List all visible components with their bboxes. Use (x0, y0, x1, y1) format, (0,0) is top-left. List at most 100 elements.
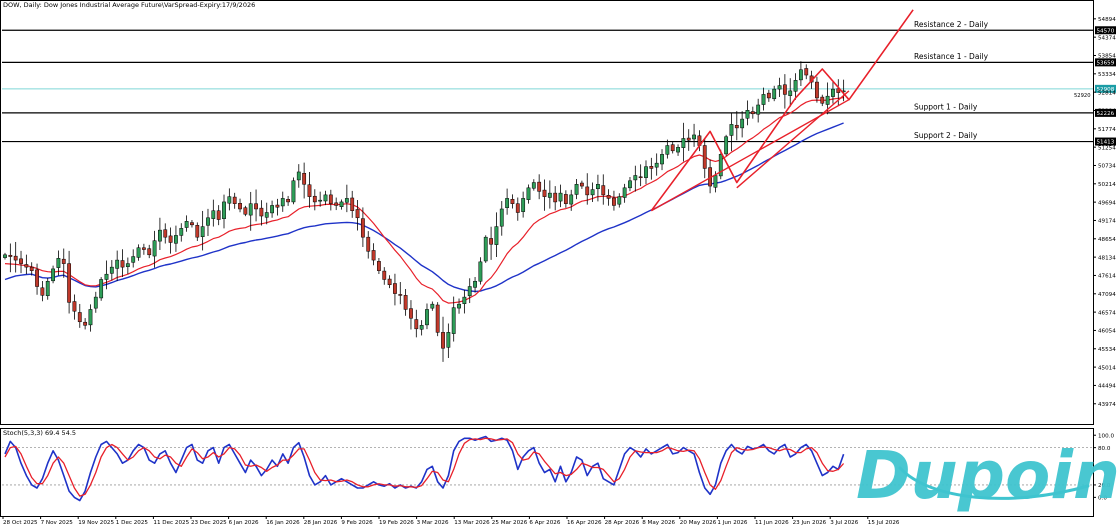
bullish-candle (323, 194, 328, 202)
bearish-candle (195, 225, 200, 238)
bullish-candle (547, 192, 552, 198)
price-tick-label: 45014 (1098, 365, 1116, 371)
bullish-candle (745, 110, 750, 119)
bullish-candle (3, 254, 7, 258)
time-tick-label: 16 Apr 2026 (567, 520, 602, 526)
price-tick-label: 45534 (1098, 347, 1116, 353)
bearish-candle (19, 258, 23, 264)
price-tick-label: 51774 (1098, 127, 1116, 133)
bearish-candle (307, 184, 312, 197)
bullish-candle (184, 221, 189, 228)
price-tick-label: 47614 (1098, 274, 1116, 280)
price-tick-label: 49174 (1098, 219, 1116, 225)
bearish-candle (168, 235, 173, 243)
bullish-candle (521, 198, 526, 212)
bullish-candle (88, 309, 93, 326)
bearish-candle (815, 81, 819, 99)
price-tick-label: 47094 (1098, 292, 1116, 298)
bearish-candle (702, 145, 707, 169)
bullish-candle (740, 118, 745, 129)
bullish-candle (558, 192, 563, 202)
bullish-candle (777, 85, 782, 90)
bullish-candle (505, 198, 510, 208)
bullish-candle (713, 175, 718, 188)
time-tick-label: 23 Jun 2026 (793, 520, 827, 526)
time-tick-label: 11 Dec 2025 (153, 520, 189, 526)
level-label: Resistance 1 - Daily (914, 52, 989, 61)
time-tick-label: 28 Jan 2026 (304, 520, 338, 526)
bullish-candle (109, 266, 114, 274)
bearish-candle (804, 68, 809, 76)
bearish-candle (766, 92, 771, 99)
bullish-candle (296, 171, 301, 181)
bearish-candle (606, 195, 611, 199)
bearish-candle (259, 207, 264, 217)
bearish-candle (403, 295, 408, 310)
bullish-candle (211, 210, 216, 219)
level-price-tag-label: 54570 (1097, 28, 1115, 34)
bearish-candle (382, 270, 387, 280)
bullish-candle (115, 259, 120, 269)
bullish-candle (531, 182, 536, 189)
bearish-candle (40, 287, 45, 296)
bullish-candle (446, 332, 451, 348)
bullish-candle (473, 280, 477, 288)
bearish-candle (542, 189, 547, 197)
bullish-candle (291, 180, 296, 203)
bullish-candle (318, 199, 323, 202)
stoch-label: Stoch(5,3,3) 69.4 54.5 (3, 429, 76, 437)
bearish-candle (302, 172, 307, 185)
bullish-candle (788, 90, 793, 96)
bearish-candle (638, 176, 643, 179)
bearish-candle (334, 202, 339, 206)
bearish-candle (72, 301, 77, 312)
bullish-candle (478, 261, 483, 282)
bearish-candle (515, 203, 520, 213)
price-tick-label: 44494 (1098, 384, 1116, 390)
chart-title: DOW, Daily: Dow Jones Industrial Average… (3, 1, 255, 9)
bearish-candle (355, 209, 360, 219)
bullish-candle (104, 273, 109, 280)
bullish-candle (665, 145, 670, 155)
bullish-candle (93, 296, 98, 309)
time-tick-label: 23 Dec 2025 (191, 520, 227, 526)
bearish-candle (553, 192, 558, 203)
chart-svg[interactable]: Resistance 2 - Daily 54570 Resistance 1 - … (0, 0, 1117, 527)
bullish-candle (430, 303, 435, 309)
time-tick-label: 1 Dec 2025 (116, 520, 149, 526)
bullish-candle (499, 208, 504, 227)
bullish-candle (419, 325, 424, 330)
bullish-candle (761, 94, 766, 105)
brand-logo: Dupoin (856, 437, 1117, 514)
price-tick-label: 49694 (1098, 200, 1116, 206)
time-tick-label: 25 Mar 2026 (492, 520, 528, 526)
price-tick-label: 52814 (1098, 90, 1116, 96)
price-tick-label: 48654 (1098, 237, 1116, 243)
bearish-candle (328, 194, 333, 204)
time-tick-label: 3 Jul 2026 (830, 520, 859, 526)
bullish-candle (793, 80, 798, 92)
bearish-candle (686, 137, 691, 141)
time-tick-label: 6 Jan 2026 (229, 520, 259, 526)
bearish-candle (190, 222, 194, 226)
bearish-candle (29, 266, 34, 271)
bearish-candle (243, 207, 248, 215)
bullish-candle (798, 69, 803, 81)
bearish-candle (563, 194, 568, 204)
time-tick-label: 28 Apr 2026 (605, 520, 640, 526)
bullish-candle (227, 196, 232, 204)
price-tick-label: 48134 (1098, 255, 1116, 261)
bullish-candle (729, 124, 734, 136)
bearish-candle (61, 258, 66, 264)
bullish-candle (131, 256, 136, 263)
bullish-candle (206, 217, 210, 226)
price-tick-label: 50734 (1098, 164, 1116, 170)
bullish-candle (756, 104, 761, 115)
bullish-candle (451, 307, 456, 334)
bullish-candle (596, 184, 600, 189)
bearish-candle (409, 308, 413, 319)
bullish-candle (617, 196, 622, 205)
bullish-candle (676, 147, 680, 153)
bullish-candle (483, 236, 488, 262)
price-tick-label: 53334 (1098, 72, 1116, 78)
